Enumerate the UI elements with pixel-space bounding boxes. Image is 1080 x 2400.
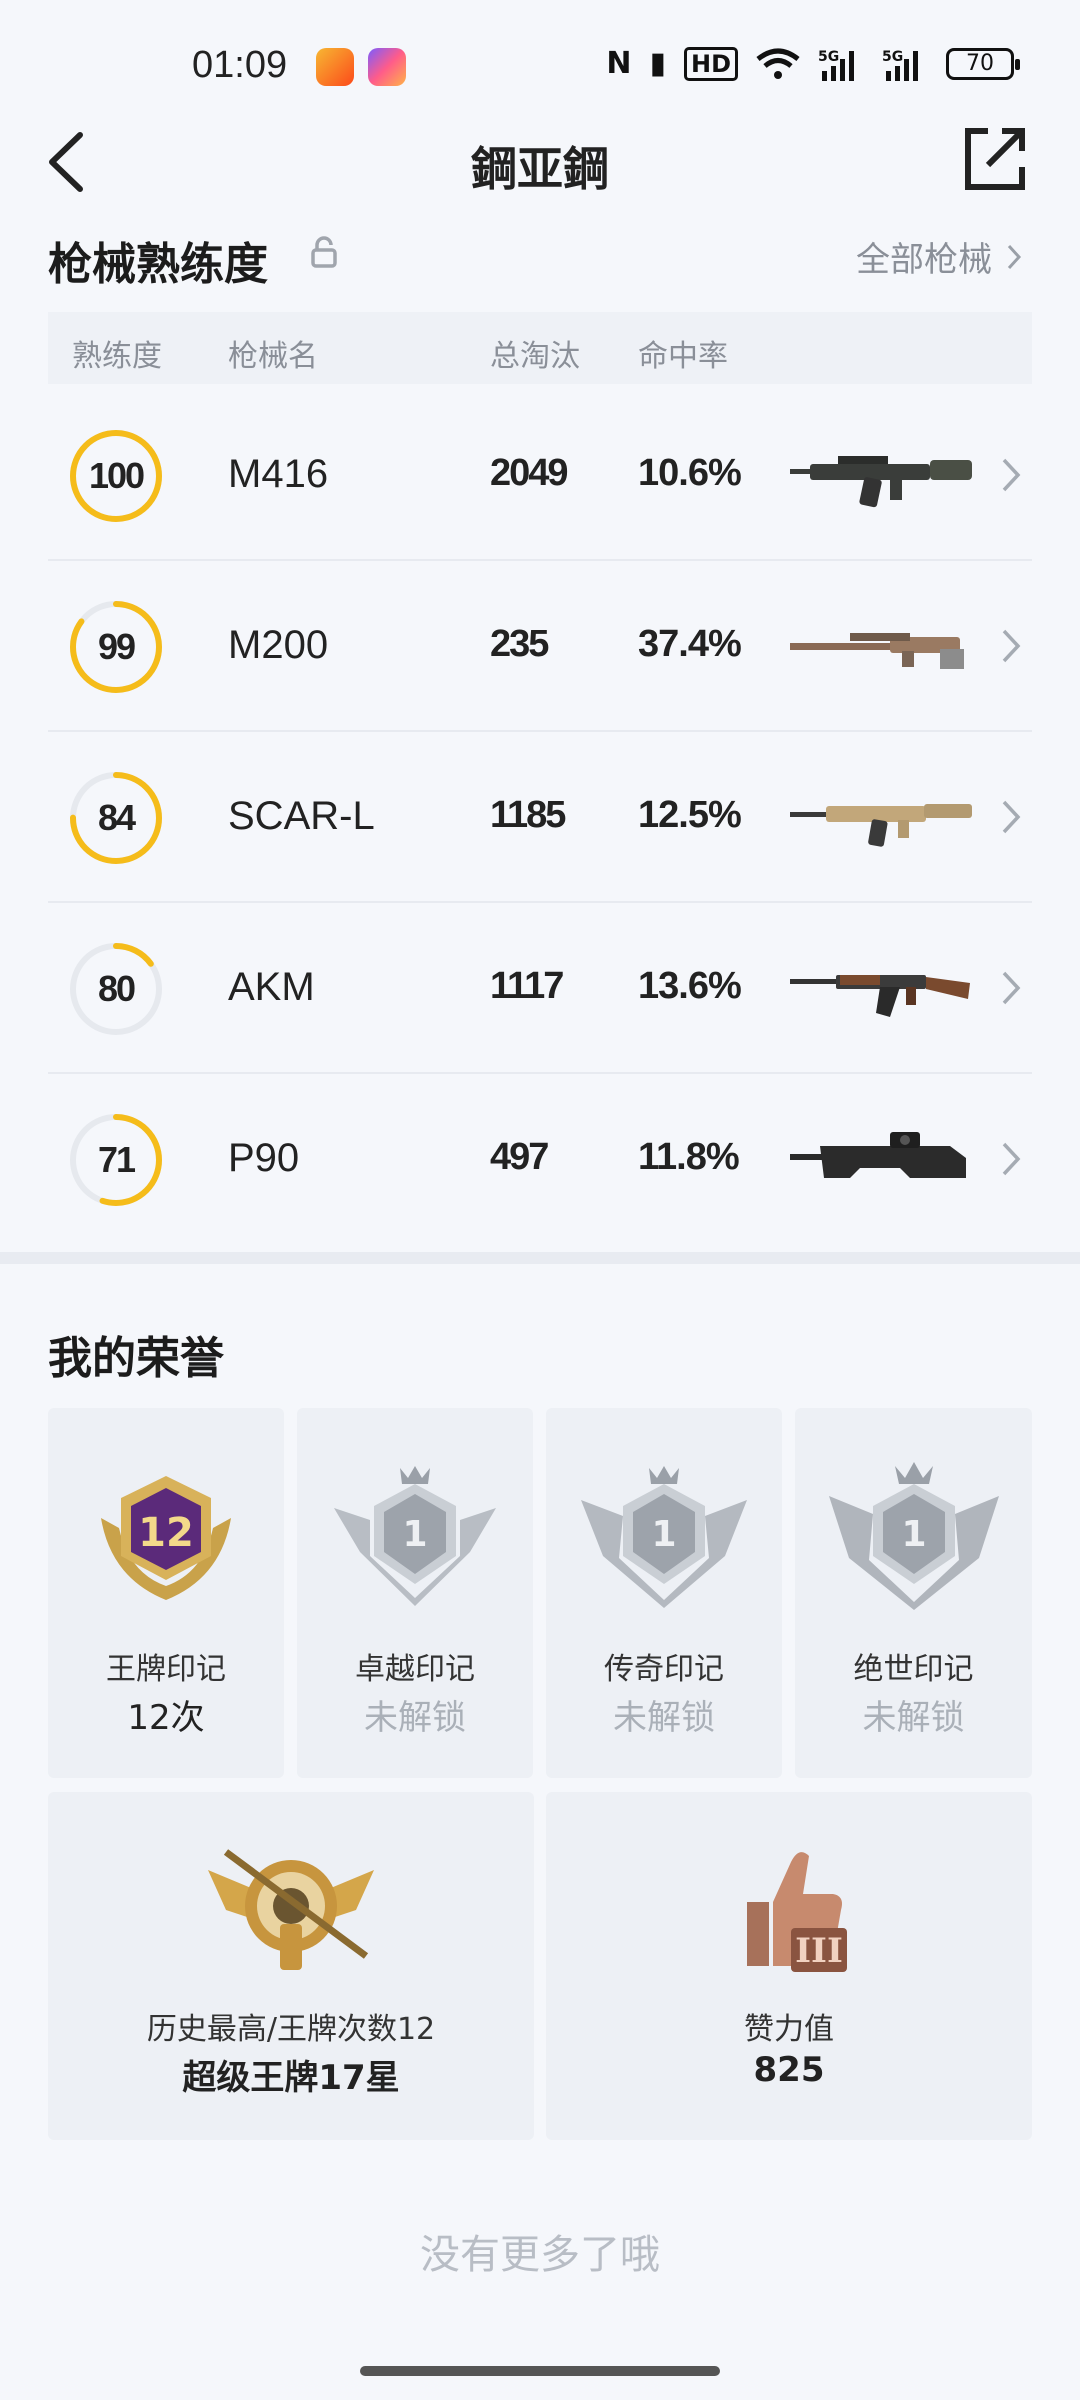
svg-text:5G: 5G [882,49,903,65]
hd-icon: HD [683,46,738,81]
honor-label: 王牌印记 [106,1652,226,1687]
svg-text:5G: 5G [818,49,839,65]
nfc-icon: N [606,46,632,81]
section-divider [0,1252,1080,1264]
likes-card[interactable]: III 赞力值 825 [546,1792,1032,2140]
peerless-emblem-number: 1 [901,1514,926,1555]
highest-tier-card[interactable]: 历史最高/王牌次数12 超级王牌17星 [48,1792,534,2140]
chevron-right-icon [1007,244,1022,269]
honor-label: 绝世印记 [853,1652,974,1687]
honor-section-title: 我的荣誉 [48,1333,224,1384]
weapon-accuracy: 10.6% [638,452,742,494]
status-indicators: N ▮ HD 5G 5G 70 [606,46,1020,81]
thumbs-up-icon: III [747,1852,847,1972]
excellence-emblem-number: 1 [402,1514,427,1555]
share-icon[interactable] [958,123,1030,195]
excellence-emblem-icon: 1 [334,1466,496,1606]
m416-rifle-image [790,456,972,508]
legend-emblem-icon: 1 [581,1466,747,1608]
chevron-right-icon [1002,458,1021,492]
weapon-accuracy: 13.6% [638,965,742,1007]
weapon-row[interactable]: 100 M416 2049 10.6% [48,390,1032,561]
honor-label: 卓越印记 [355,1652,475,1687]
peerless-emblem-icon: 1 [828,1462,999,1610]
weapon-row[interactable]: 84 SCAR-L 1185 12.5% [48,732,1032,903]
weapon-kills: 235 [490,623,549,665]
weapon-accuracy: 11.8% [638,1136,740,1178]
chevron-right-icon [1002,629,1021,663]
chevron-right-icon [1002,971,1021,1005]
weapon-row[interactable]: 80 AKM 1117 13.6% [48,903,1032,1074]
page-title: 鋼亚鋼 [471,142,609,196]
chevron-right-icon [1002,800,1021,834]
honor-value: 未解锁 [862,1698,965,1738]
honor-card-excellence[interactable]: 1 卓越印记 未解锁 [297,1408,533,1778]
notification-app-icon [368,48,406,86]
sniper-tier-emblem-icon [208,1849,374,1970]
column-accuracy: 命中率 [638,339,728,374]
weapon-name: P90 [228,1136,300,1180]
weapon-list: 100 M416 2049 10.6% 99 M200 235 37.4% 84… [48,390,1032,1245]
weapon-kills: 1185 [490,794,566,836]
status-time: 01:09 [192,44,288,86]
weapon-kills: 1117 [490,965,564,1007]
all-weapons-label: 全部枪械 [856,240,992,280]
highest-tier-value: 超级王牌17星 [182,2058,400,2098]
weapon-name: M200 [228,623,329,667]
ace-emblem-icon: 12 [101,1476,231,1600]
weapon-accuracy: 12.5% [638,794,742,836]
likes-label: 赞力值 [744,2012,834,2047]
lock-icon[interactable] [310,236,338,268]
no-more-text: 没有更多了哦 [420,2232,660,2278]
vibrate-icon: ▮ [649,46,666,81]
proficiency-level: 71 [97,1139,136,1180]
battery-icon: 70 [946,47,1020,80]
p90-smg-image [790,1132,966,1178]
proficiency-level: 100 [88,455,145,496]
akm-rifle-image [790,975,970,1017]
proficiency-level: 84 [97,797,136,838]
5g-signal-icon: 5G [818,49,854,81]
m200-rifle-image [790,633,964,669]
legend-emblem-number: 1 [651,1514,676,1555]
weapon-name: SCAR-L [228,794,375,838]
scar-l-rifle-image [790,804,972,847]
notification-app-icon [316,48,354,86]
honor-value: 未解锁 [613,1698,715,1738]
column-kills: 总淘汰 [490,339,580,374]
honor-value: 未解锁 [364,1698,466,1738]
column-name: 枪械名 [228,339,318,374]
thumbs-up-tier-number: III [795,1931,843,1971]
likes-value: 825 [753,2050,825,2090]
honor-card-legend[interactable]: 1 传奇印记 未解锁 [546,1408,782,1778]
proficiency-level: 99 [97,626,136,667]
ace-emblem-number: 12 [138,1510,194,1556]
status-bar: 01:09 N ▮ HD 5G 5G 70 [0,0,1080,130]
weapon-section-title: 枪械熟练度 [48,239,268,290]
proficiency-level: 80 [97,968,136,1009]
weapon-name: AKM [228,965,315,1009]
highest-tier-label: 历史最高/王牌次数12 [146,2012,436,2047]
weapon-table-header: 熟练度 枪械名 总淘汰 命中率 [48,312,1032,384]
header: 鋼亚鋼 [0,115,1080,215]
weapon-kills: 2049 [490,452,569,494]
weapon-name: M416 [228,452,329,496]
honor-value: 12次 [127,1698,205,1738]
chevron-right-icon [1002,1142,1021,1176]
weapon-accuracy: 37.4% [638,623,742,665]
all-weapons-link[interactable]: 全部枪械 [856,232,1022,281]
honor-card-ace[interactable]: 12 王牌印记 12次 [48,1408,284,1778]
page: 01:09 N ▮ HD 5G 5G 70 鋼亚鋼 枪械熟练度 全部枪械 熟练度… [0,0,1080,2400]
honor-label: 传奇印记 [604,1652,724,1687]
weapon-row[interactable]: 71 P90 497 11.8% [48,1074,1032,1245]
honor-card-peerless[interactable]: 1 绝世印记 未解锁 [795,1408,1032,1778]
column-proficiency: 熟练度 [72,339,162,374]
5g-signal-icon: 5G [882,49,918,81]
weapon-kills: 497 [490,1136,549,1178]
weapon-row[interactable]: 99 M200 235 37.4% [48,561,1032,732]
home-indicator[interactable] [360,2366,720,2376]
wifi-icon [756,48,800,79]
